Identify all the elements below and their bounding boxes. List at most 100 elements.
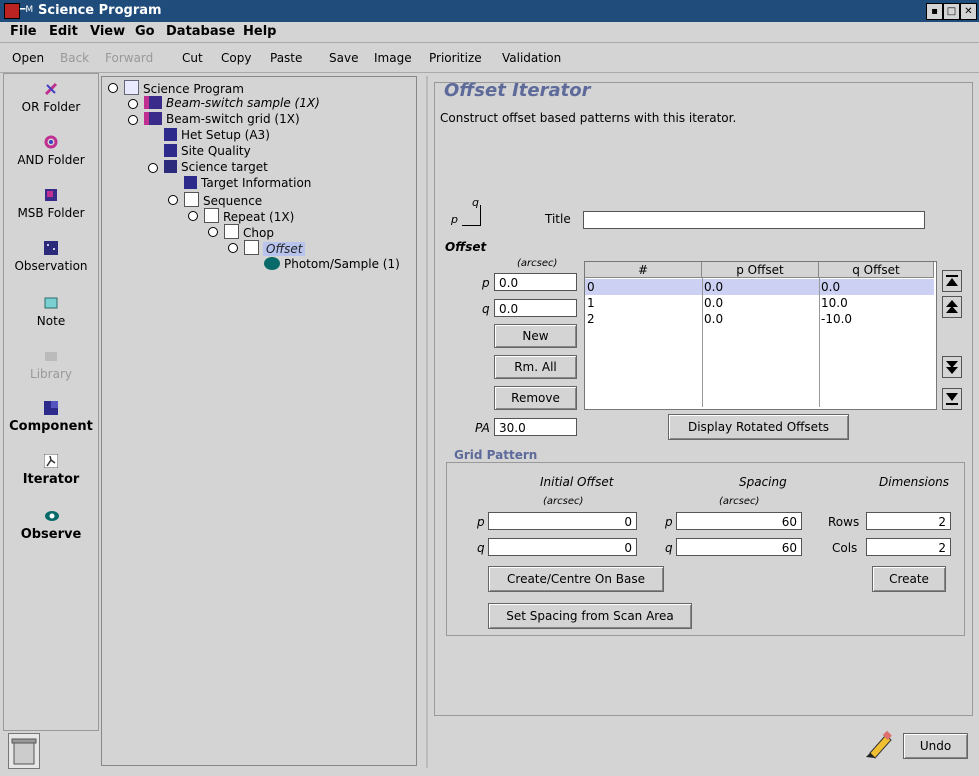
- column-header-p-offset[interactable]: p Offset: [702, 262, 819, 278]
- tree-toggle[interactable]: [128, 99, 138, 109]
- minimize-icon[interactable]: ▪: [926, 3, 943, 20]
- iterator-icon: [184, 192, 199, 207]
- table-row[interactable]: 2 0.0 -10.0: [585, 311, 934, 327]
- palette-and-folder[interactable]: AND Folder: [4, 135, 98, 167]
- move-to-bottom-button[interactable]: [942, 388, 962, 410]
- create-button[interactable]: Create: [872, 566, 946, 592]
- tree-node-science-program[interactable]: Science Program: [124, 80, 244, 96]
- msb-folder-icon: [44, 188, 58, 202]
- palette-msb-folder[interactable]: MSB Folder: [4, 188, 98, 220]
- palette-observation[interactable]: Observation: [4, 241, 98, 273]
- p-offset-input[interactable]: 0.0: [494, 273, 577, 291]
- table-row[interactable]: 1 0.0 10.0: [585, 295, 934, 311]
- tree-toggle[interactable]: [148, 163, 158, 173]
- tree-node-repeat[interactable]: Repeat (1X): [204, 208, 294, 224]
- grid-pattern-title: Grid Pattern: [452, 448, 540, 462]
- spacing-p-input[interactable]: 60: [676, 512, 802, 530]
- menu-edit[interactable]: Edit: [49, 24, 78, 39]
- menu-view[interactable]: View: [90, 24, 125, 39]
- copy-button[interactable]: Copy: [221, 51, 251, 65]
- move-top-icon: [946, 275, 958, 286]
- rows-input[interactable]: 2: [866, 512, 951, 530]
- menu-go[interactable]: Go: [135, 24, 155, 39]
- tree-node-offset[interactable]: Offset: [244, 240, 306, 256]
- remove-button[interactable]: Remove: [494, 386, 577, 410]
- tree-toggle[interactable]: [188, 211, 198, 221]
- menu-help[interactable]: Help: [243, 24, 276, 39]
- palette-observe[interactable]: Observe: [4, 509, 98, 542]
- menu-database[interactable]: Database: [166, 24, 235, 39]
- q-offset-input[interactable]: 0.0: [494, 299, 577, 317]
- pa-input[interactable]: 30.0: [494, 418, 577, 436]
- column-header-index[interactable]: #: [585, 262, 702, 278]
- table-cell: 10.0: [821, 296, 848, 310]
- column-header-q-offset[interactable]: q Offset: [819, 262, 934, 278]
- cols-label: Cols: [832, 541, 858, 555]
- validation-button[interactable]: Validation: [502, 51, 561, 65]
- title-label: Title: [545, 212, 571, 226]
- tree-node-chop[interactable]: Chop: [224, 224, 274, 240]
- close-icon[interactable]: ✕: [960, 3, 977, 20]
- table-cell: 0.0: [704, 280, 724, 294]
- iterator-icon: [43, 453, 59, 469]
- tree-node-target-information[interactable]: Target Information: [184, 176, 311, 190]
- back-button[interactable]: Back: [60, 51, 89, 65]
- tree-node-site-quality[interactable]: Site Quality: [164, 144, 251, 158]
- palette-component[interactable]: Component: [4, 401, 98, 434]
- spacing-q-input[interactable]: 60: [676, 538, 802, 556]
- rm-all-button[interactable]: Rm. All: [494, 355, 577, 379]
- tree-node-het-setup[interactable]: Het Setup (A3): [164, 128, 270, 142]
- title-bar: ━M Science Program ▪ □ ✕: [0, 0, 979, 22]
- open-button[interactable]: Open: [12, 51, 44, 65]
- palette-label: Library: [30, 367, 72, 381]
- library-icon: [44, 349, 58, 363]
- paste-button[interactable]: Paste: [270, 51, 302, 65]
- create-centre-on-base-button[interactable]: Create/Centre On Base: [488, 566, 664, 592]
- move-down-button[interactable]: [942, 356, 962, 378]
- tree-toggle[interactable]: [228, 243, 238, 253]
- cols-input[interactable]: 2: [866, 538, 951, 556]
- cut-button[interactable]: Cut: [182, 51, 203, 65]
- window-title: Science Program: [38, 3, 162, 18]
- table-row[interactable]: 0 0.0 0.0: [585, 279, 934, 295]
- forward-button[interactable]: Forward: [105, 51, 153, 65]
- palette-note[interactable]: Note: [4, 296, 98, 328]
- column-divider: [702, 278, 703, 407]
- palette-or-folder[interactable]: OR Folder: [4, 82, 98, 114]
- trash-icon[interactable]: [8, 733, 40, 769]
- tree-toggle[interactable]: [208, 227, 218, 237]
- save-button[interactable]: Save: [329, 51, 358, 65]
- spacing-label: Spacing: [739, 475, 787, 489]
- image-button[interactable]: Image: [374, 51, 412, 65]
- display-rotated-offsets-button[interactable]: Display Rotated Offsets: [668, 414, 849, 440]
- offset-table[interactable]: # p Offset q Offset 0 0.0 0.0 1 0.0 10.0…: [584, 261, 937, 410]
- palette-library[interactable]: Library: [4, 349, 98, 381]
- app-icon[interactable]: [4, 3, 20, 19]
- move-up-button[interactable]: [942, 296, 962, 318]
- tree-node-beam-switch-grid[interactable]: Beam-switch grid (1X): [144, 112, 300, 126]
- tree-node-photom-sample[interactable]: Photom/Sample (1): [264, 257, 400, 271]
- component-icon: [44, 401, 58, 415]
- iterator-icon: [224, 224, 239, 239]
- tree-node-beam-switch-sample[interactable]: Beam-switch sample (1X): [144, 96, 320, 110]
- tree-toggle[interactable]: [168, 195, 178, 205]
- maximize-icon[interactable]: □: [943, 3, 960, 20]
- tree-toggle[interactable]: [108, 83, 118, 93]
- splitter[interactable]: [426, 76, 428, 768]
- tree-node-sequence[interactable]: Sequence: [184, 192, 262, 208]
- move-to-top-button[interactable]: [942, 270, 962, 292]
- menu-file[interactable]: File: [10, 24, 37, 39]
- initial-offset-q-input[interactable]: 0: [488, 538, 637, 556]
- tree-node-science-target[interactable]: Science target: [164, 160, 268, 174]
- prioritize-button[interactable]: Prioritize: [429, 51, 482, 65]
- new-button[interactable]: New: [494, 324, 577, 348]
- set-spacing-from-scan-area-button[interactable]: Set Spacing from Scan Area: [488, 603, 692, 629]
- title-input[interactable]: [583, 211, 925, 229]
- arcsec-label: (arcsec): [719, 496, 760, 507]
- window-menu-icon[interactable]: ━M: [20, 5, 33, 15]
- undo-button[interactable]: Undo: [903, 733, 968, 759]
- pencil-icon: [864, 729, 894, 759]
- tree-toggle[interactable]: [128, 115, 138, 125]
- initial-offset-p-input[interactable]: 0: [488, 512, 637, 530]
- palette-iterator[interactable]: Iterator: [4, 453, 98, 487]
